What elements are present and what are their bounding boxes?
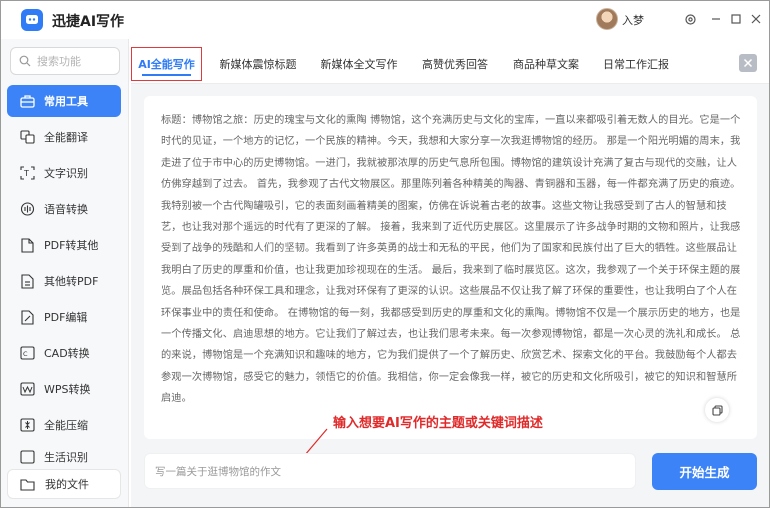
wps-icon — [19, 381, 35, 397]
avatar[interactable] — [596, 8, 618, 30]
compress-icon — [19, 417, 35, 433]
tab-full-article[interactable]: 新媒体全文写作 — [316, 47, 402, 81]
tab-label: 新媒体全文写作 — [320, 58, 398, 71]
search-icon — [19, 55, 31, 67]
title-bar: 迅捷AI写作 入梦 — [1, 1, 769, 39]
sidebar-item-common-tools[interactable]: 常用工具 — [7, 85, 121, 117]
sidebar-item-pdf-edit[interactable]: PDF编辑 — [7, 301, 121, 333]
active-tab-indicator — [142, 74, 191, 76]
app-window: 迅捷AI写作 入梦 常用工具 — [0, 0, 770, 508]
tab-label: 日常工作汇报 — [603, 58, 669, 71]
tab-ai-writing[interactable]: AI全能写作 — [131, 47, 202, 81]
sidebar-item-other-to-pdf[interactable]: 其他转PDF — [7, 265, 121, 297]
tab-label: 新媒体震惊标题 — [219, 58, 297, 71]
settings-icon[interactable] — [681, 10, 699, 28]
app-title: 迅捷AI写作 — [52, 14, 125, 30]
sidebar-item-translate[interactable]: 全能翻译 — [7, 121, 121, 153]
sidebar-item-label: 语音转换 — [44, 203, 88, 216]
sidebar-item-life-recognition[interactable]: 生活识别 — [7, 445, 121, 465]
minimize-icon[interactable] — [707, 10, 725, 28]
sidebar-item-wps[interactable]: WPS转换 — [7, 373, 121, 405]
sidebar-item-label: 全能翻译 — [44, 131, 88, 144]
sidebar-item-text-recognition[interactable]: T 文字识别 — [7, 157, 121, 189]
sidebar-item-label: PDF编辑 — [44, 311, 88, 324]
search-input[interactable] — [37, 54, 117, 68]
prompt-box[interactable] — [144, 453, 636, 489]
copy-button[interactable] — [705, 398, 729, 422]
my-files-button[interactable]: 我的文件 — [7, 469, 121, 499]
annotation-text: 输入想要AI写作的主题或关键词描述 — [333, 416, 543, 431]
user-name[interactable]: 入梦 — [622, 12, 644, 28]
sidebar-item-label: 生活识别 — [44, 451, 88, 464]
tab-label: AI全能写作 — [138, 58, 195, 71]
toolbox-icon — [19, 93, 35, 109]
tab-top-answer[interactable]: 高赞优秀回答 — [418, 47, 492, 81]
my-files-label: 我的文件 — [45, 478, 89, 491]
generated-text-panel: 标题：博物馆之旅：历史的瑰宝与文化的熏陶 博物馆，这个充满历史与文化的宝库，一直… — [144, 96, 757, 439]
copy-icon — [711, 404, 723, 416]
maximize-icon[interactable] — [727, 10, 745, 28]
text-recognition-icon: T — [19, 165, 35, 181]
tab-label: 高赞优秀回答 — [422, 58, 488, 71]
tab-bar: AI全能写作 新媒体震惊标题 新媒体全文写作 高赞优秀回答 商品种草文案 日常工… — [131, 47, 731, 83]
tab-label: 商品种草文案 — [513, 58, 579, 71]
pdf-edit-icon — [19, 309, 35, 325]
sidebar-item-compress[interactable]: 全能压缩 — [7, 409, 121, 441]
generate-button[interactable]: 开始生成 — [652, 453, 757, 490]
close-icon[interactable] — [747, 10, 765, 28]
sidebar: 常用工具 全能翻译 T 文字识别 语音转换 PDF转其他 — [1, 39, 129, 507]
sidebar-item-label: 全能压缩 — [44, 419, 88, 432]
tab-shock-headline[interactable]: 新媒体震惊标题 — [215, 47, 301, 81]
sidebar-item-cad[interactable]: C CAD转换 — [7, 337, 121, 369]
prompt-input[interactable] — [155, 465, 625, 477]
sidebar-item-label: 文字识别 — [44, 167, 88, 180]
sidebar-item-label: PDF转其他 — [44, 239, 99, 252]
close-icon — [743, 58, 753, 68]
svg-text:T: T — [23, 169, 29, 178]
tab-product-copy[interactable]: 商品种草文案 — [509, 47, 583, 81]
pdf-export-icon — [19, 237, 35, 253]
search-box[interactable] — [10, 47, 120, 75]
tab-daily-report[interactable]: 日常工作汇报 — [599, 47, 673, 81]
cad-icon: C — [19, 345, 35, 361]
folder-icon — [20, 476, 36, 492]
close-panel-button[interactable] — [739, 54, 757, 72]
translate-icon — [19, 129, 35, 145]
svg-text:C: C — [23, 350, 28, 358]
sidebar-item-pdf-to-other[interactable]: PDF转其他 — [7, 229, 121, 261]
life-recognition-icon — [19, 449, 35, 465]
app-logo-icon — [21, 9, 43, 31]
generated-article[interactable]: 标题：博物馆之旅：历史的瑰宝与文化的熏陶 博物馆，这个充满历史与文化的宝库，一直… — [161, 110, 743, 410]
voice-icon — [19, 201, 35, 217]
sidebar-item-label: WPS转换 — [44, 383, 91, 396]
sidebar-item-label: 其他转PDF — [44, 275, 99, 288]
sidebar-item-voice[interactable]: 语音转换 — [7, 193, 121, 225]
pdf-import-icon — [19, 273, 35, 289]
sidebar-item-label: CAD转换 — [44, 347, 90, 360]
sidebar-item-label: 常用工具 — [44, 95, 88, 108]
